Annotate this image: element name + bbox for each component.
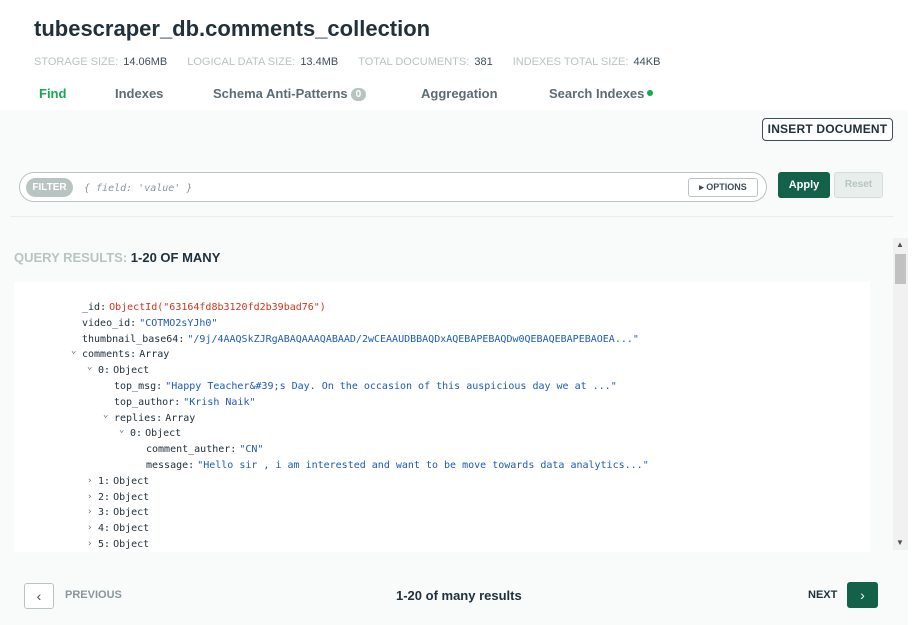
- stat-storage-size: STORAGE SIZE: 14.06MB: [34, 56, 168, 68]
- field-value: "CN": [239, 444, 264, 456]
- document-field-row[interactable]: › 1: Object: [14, 474, 649, 490]
- field-type: Object: [113, 538, 150, 550]
- next-label[interactable]: NEXT: [808, 589, 837, 601]
- tab-schema-anti-patterns[interactable]: Schema Anti-Patterns 0: [213, 86, 367, 101]
- field-key: comments: [82, 349, 131, 361]
- field-type: Object: [113, 365, 150, 377]
- filter-bar: FILTER ▸ OPTIONS: [19, 172, 767, 202]
- results-scrollbar[interactable]: ▲ ▼: [893, 238, 908, 550]
- collection-tabs: Find Indexes Schema Anti-Patterns 0 Aggre…: [0, 86, 908, 108]
- field-key: _id: [82, 302, 101, 313]
- field-value: "Krish Naik": [183, 396, 256, 408]
- field-key: video_id: [82, 317, 131, 329]
- collection-header: tubescraper_db.comments_collection STORA…: [0, 0, 908, 110]
- previous-label[interactable]: PREVIOUS: [65, 589, 122, 601]
- scroll-thumb[interactable]: [895, 254, 906, 284]
- find-panel: INSERT DOCUMENT FILTER ▸ OPTIONS Apply R…: [0, 110, 908, 625]
- reset-button[interactable]: Reset: [834, 172, 883, 198]
- status-dot-icon: [647, 90, 654, 96]
- chevron-down-icon[interactable]: ⌄: [71, 344, 76, 360]
- pagination-info: 1-20 of many results: [396, 588, 522, 603]
- field-type: Object: [113, 475, 150, 487]
- chevron-down-icon[interactable]: ⌄: [119, 423, 124, 439]
- document-field-row: top_author: "Krish Naik": [114, 396, 256, 408]
- scroll-down-icon[interactable]: ▼: [896, 538, 904, 547]
- apply-button[interactable]: Apply: [778, 172, 830, 198]
- chevron-right-icon[interactable]: ›: [87, 505, 92, 521]
- page-title: tubescraper_db.comments_collection: [34, 16, 431, 41]
- document-field-row: video_id: "COTMO2sYJh0": [82, 317, 218, 329]
- chevron-down-icon[interactable]: ⌄: [103, 408, 108, 424]
- document-field-row[interactable]: › 5: Object: [14, 537, 649, 552]
- document-field-row[interactable]: › 4: Object: [14, 521, 649, 537]
- field-type: Object: [113, 523, 150, 535]
- field-type: Array: [139, 349, 170, 361]
- filter-label: FILTER: [26, 178, 73, 197]
- document-card: _id: ObjectId("63164fd8b3120fd2b39bad76")…: [14, 282, 870, 552]
- stat-logical-data-size: LOGICAL DATA SIZE: 13.4MB: [187, 56, 339, 68]
- document-field-row[interactable]: › 3: Object: [14, 505, 649, 521]
- insert-document-button[interactable]: INSERT DOCUMENT: [762, 118, 893, 141]
- scroll-up-icon[interactable]: ▲: [896, 240, 904, 249]
- field-value: "/9j/4AAQSkZJRgABAQAAAQABAAD/2wCEAAUDBBA…: [187, 333, 639, 345]
- document-field-row[interactable]: ⌄ replies: Array: [14, 408, 649, 427]
- stat-total-documents: TOTAL DOCUMENTS: 381: [358, 56, 493, 68]
- previous-page-button[interactable]: ‹: [24, 583, 54, 609]
- field-key: replies: [114, 412, 157, 424]
- chevron-left-icon: ‹: [36, 588, 42, 604]
- chevron-right-icon: ›: [860, 587, 865, 603]
- document-fields: _id: ObjectId("63164fd8b3120fd2b39bad76")…: [14, 300, 649, 552]
- field-type: Object: [113, 507, 150, 519]
- document-field-row[interactable]: › 2: Object: [14, 490, 649, 506]
- field-key: thumbnail_base64: [82, 333, 179, 345]
- document-field-row: comment_auther: "CN": [146, 444, 264, 456]
- tab-aggregation[interactable]: Aggregation: [421, 86, 498, 101]
- field-type: Object: [113, 491, 150, 503]
- field-key: comment_auther: [146, 444, 231, 456]
- options-button[interactable]: ▸ OPTIONS: [688, 178, 758, 197]
- field-value: "Happy Teacher&#39;s Day. On the occasio…: [165, 380, 617, 392]
- chevron-right-icon[interactable]: ›: [87, 537, 92, 552]
- tab-find[interactable]: Find: [39, 86, 66, 101]
- chevron-right-icon[interactable]: ›: [87, 490, 92, 506]
- count-badge: 0: [350, 88, 367, 101]
- chevron-down-icon[interactable]: ⌄: [87, 360, 92, 376]
- field-value: ObjectId("63164fd8b3120fd2b39bad76"): [109, 302, 326, 313]
- tab-indexes[interactable]: Indexes: [115, 86, 163, 101]
- document-field-row: thumbnail_base64: "/9j/4AAQSkZJRgABAQAAAQ…: [82, 333, 639, 345]
- document-field-row: _id: ObjectId("63164fd8b3120fd2b39bad76"): [82, 302, 326, 313]
- field-value: "Hello sir , i am interested and want to…: [197, 459, 649, 471]
- filter-input[interactable]: [84, 180, 674, 196]
- document-field-row: top_msg: "Happy Teacher&#39;s Day. On the…: [114, 380, 617, 392]
- stat-indexes-total-size: INDEXES TOTAL SIZE: 44KB: [512, 56, 661, 68]
- chevron-right-icon[interactable]: ›: [87, 474, 92, 490]
- field-value: "COTMO2sYJh0": [139, 317, 218, 329]
- document-field-row[interactable]: ⌄ 0: Object: [14, 423, 649, 442]
- field-type: Array: [165, 412, 196, 424]
- field-key: message: [146, 459, 189, 471]
- document-field-row[interactable]: ⌄ 0: Object: [14, 360, 649, 379]
- field-type: Object: [145, 428, 182, 440]
- document-field-row[interactable]: ⌄ comments: Array: [14, 344, 649, 363]
- field-key: top_msg: [114, 380, 157, 392]
- chevron-right-icon[interactable]: ›: [87, 521, 92, 537]
- collection-stats: STORAGE SIZE: 14.06MB LOGICAL DATA SIZE:…: [34, 56, 660, 68]
- query-results-label: QUERY RESULTS: 1-20 OF MANY: [14, 250, 221, 265]
- next-page-button[interactable]: ›: [847, 582, 878, 608]
- divider: [10, 216, 894, 217]
- document-field-row: message: "Hello sir , i am interested and…: [146, 459, 649, 471]
- tab-search-indexes[interactable]: Search Indexes: [549, 86, 654, 101]
- field-key: top_author: [114, 396, 175, 408]
